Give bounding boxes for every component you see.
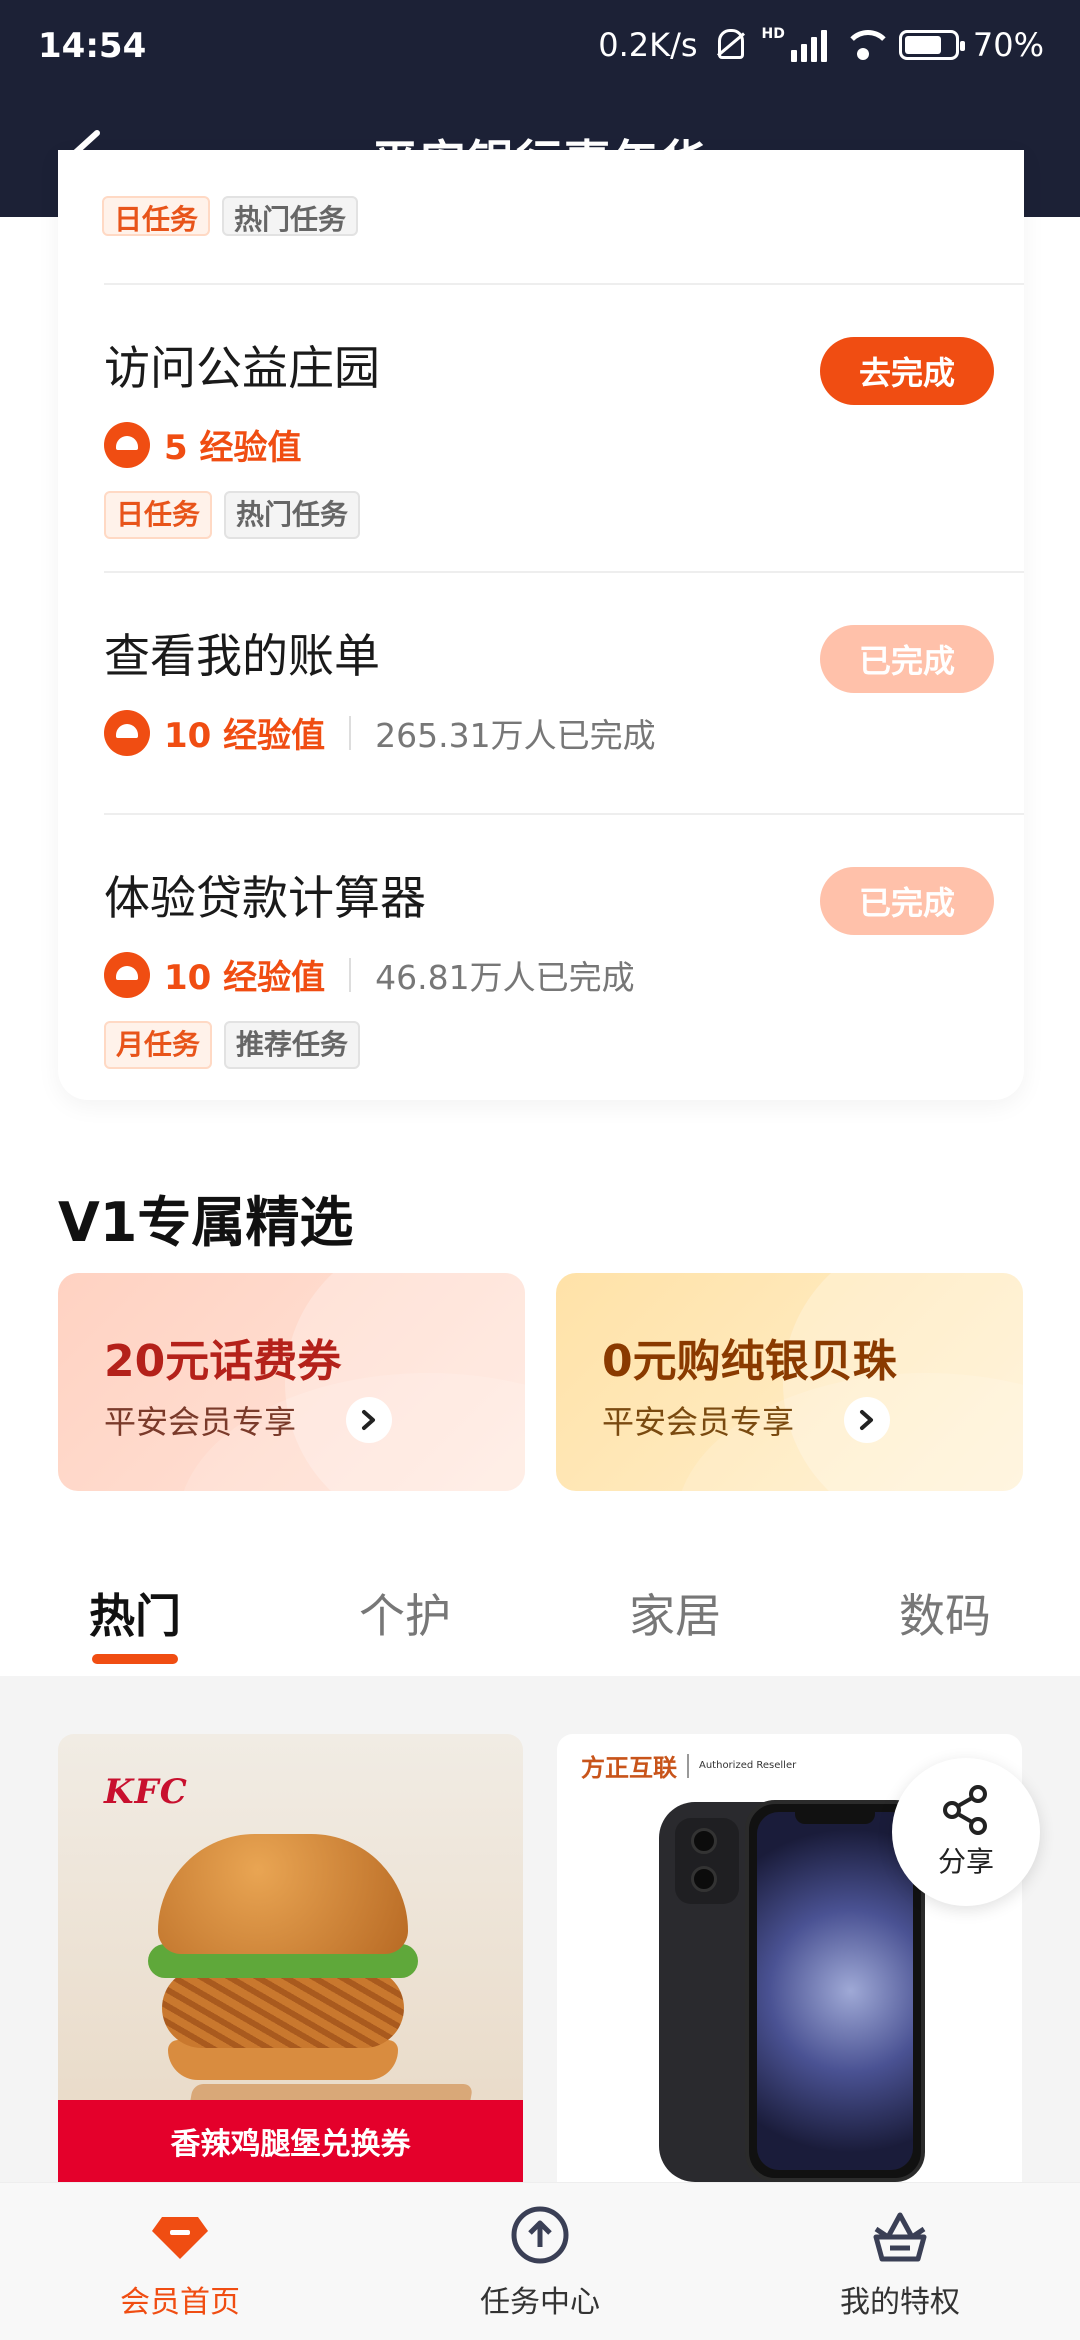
promo-card-phone-voucher[interactable]: 20元话费券 平安会员专享 <box>58 1273 525 1491</box>
status-bar: 14:54 0.2K/s HD 70% <box>0 0 1080 96</box>
separator <box>349 957 352 992</box>
burger-image <box>148 1834 474 2144</box>
task-tags: 月任务 推荐任务 <box>104 1021 1024 1069</box>
task-tag: 月任务 <box>104 1021 213 1069</box>
completed-count: 265.31万人已完成 <box>375 715 656 755</box>
completed-button[interactable]: 已完成 <box>820 867 994 935</box>
task-tag: 日任务 <box>102 196 211 236</box>
signal-icon <box>790 28 827 62</box>
product-card-kfc[interactable]: KFC 香辣鸡腿堡兑换券 <box>58 1734 523 2182</box>
brand-name: 方正互联 <box>581 1754 677 1782</box>
tab-home[interactable]: 家居 <box>540 1570 810 1676</box>
task-tags: 日任务 热门任务 <box>104 491 1024 539</box>
go-complete-button[interactable]: 去完成 <box>820 337 994 405</box>
category-tabs: 热门 个护 家居 数码 <box>0 1570 1080 1676</box>
share-label: 分享 <box>937 1845 994 1878</box>
network-speed: 0.2K/s <box>598 26 698 64</box>
task-item: 访问公益庄园 5 经验值 日任务 热门任务 去完成 <box>104 332 1024 539</box>
task-item: 体验贷款计算器 10 经验值 46.81万人已完成 月任务 推荐任务 已完成 <box>104 862 1024 1069</box>
tab-personal-care[interactable]: 个护 <box>270 1570 540 1676</box>
promo-card-silver-pearl[interactable]: 0元购纯银贝珠 平安会员专享 <box>556 1273 1023 1491</box>
promo-title: 0元购纯银贝珠 <box>602 1336 897 1387</box>
crown-basket-icon <box>873 2212 927 2261</box>
status-time: 14:54 <box>38 26 147 66</box>
tab-hot[interactable]: 热门 <box>0 1570 270 1676</box>
gem-icon <box>152 2216 208 2259</box>
battery-icon <box>898 30 965 60</box>
exp-icon <box>104 951 150 998</box>
nav-label: 会员首页 <box>120 2284 240 2320</box>
task-tag: 日任务 <box>104 491 213 539</box>
arrow-right-icon[interactable] <box>844 1397 890 1443</box>
reseller-label: Authorized Reseller <box>699 1760 797 1771</box>
tab-digital[interactable]: 数码 <box>810 1570 1080 1676</box>
separator <box>349 715 352 750</box>
nav-my-privileges[interactable]: 我的特权 <box>720 2183 1080 2340</box>
nav-member-home[interactable]: 会员首页 <box>0 2183 360 2340</box>
exp-icon <box>104 421 150 468</box>
product-grid: KFC 香辣鸡腿堡兑换券 方正互联 Authorized Reseller <box>0 1676 1080 2182</box>
arrow-right-icon[interactable] <box>346 1397 392 1443</box>
divider <box>104 813 1024 815</box>
task-exp-row: 5 经验值 <box>104 420 1024 469</box>
divider <box>104 283 1024 285</box>
task-item: 查看我的账单 10 经验值 265.31万人已完成 已完成 <box>104 620 1024 757</box>
exp-icon <box>104 709 150 756</box>
completed-button[interactable]: 已完成 <box>820 625 994 693</box>
task-exp: 10 经验值 <box>164 958 326 998</box>
task-tag: 推荐任务 <box>224 1021 361 1069</box>
divider <box>104 571 1024 573</box>
promo-subtitle: 平安会员专享 <box>602 1403 795 1441</box>
share-icon <box>943 1785 987 1835</box>
brand-logo: 方正互联 Authorized Reseller <box>581 1748 796 1783</box>
task-exp: 5 经验值 <box>164 428 302 468</box>
task-exp-row: 10 经验值 46.81万人已完成 <box>104 950 1024 999</box>
completed-count: 46.81万人已完成 <box>375 957 635 997</box>
product-title: 香辣鸡腿堡兑换券 <box>58 2100 523 2182</box>
mute-icon <box>712 27 748 63</box>
partial-task-tags: 日任务 热门任务 <box>102 196 359 236</box>
promo-title: 20元话费券 <box>104 1336 342 1387</box>
nav-task-center[interactable]: 任务中心 <box>360 2183 720 2340</box>
share-button[interactable]: 分享 <box>892 1758 1040 1906</box>
task-tag: 热门任务 <box>222 196 359 236</box>
nav-label: 我的特权 <box>840 2284 960 2320</box>
section-title: V1专属精选 <box>58 1191 354 1254</box>
task-tag: 热门任务 <box>224 491 361 539</box>
promo-subtitle: 平安会员专享 <box>104 1403 297 1441</box>
status-icons: 0.2K/s HD 70% <box>598 26 1044 64</box>
task-exp-row: 10 经验值 265.31万人已完成 <box>104 708 1024 757</box>
task-exp: 10 经验值 <box>164 716 326 756</box>
nav-label: 任务中心 <box>480 2284 600 2320</box>
battery-level: 70% <box>972 26 1044 64</box>
kfc-logo: KFC <box>104 1772 188 1812</box>
hd-label: HD <box>761 26 785 42</box>
camera-module <box>675 1818 739 1904</box>
upload-circle-icon <box>511 2206 569 2263</box>
bottom-nav: 会员首页 任务中心 我的特权 <box>0 2182 1080 2340</box>
wifi-icon <box>841 28 893 62</box>
